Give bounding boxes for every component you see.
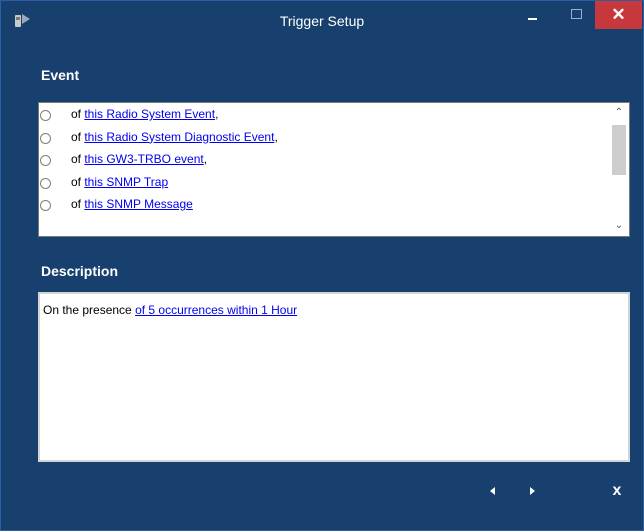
scroll-down-arrow-icon[interactable]: ⌄ (613, 220, 625, 232)
event-item-link[interactable]: this GW3-TRBO event (84, 152, 203, 166)
event-radio[interactable] (40, 132, 51, 144)
description-link[interactable]: of 5 occurrences within 1 Hour (135, 303, 297, 317)
event-item-radio-system-event[interactable]: of this Radio System Event, (39, 103, 609, 126)
event-item-snmp-trap[interactable]: of this SNMP Trap (39, 171, 609, 194)
event-item-suffix: , (203, 152, 208, 166)
event-item-text: of this Radio System Diagnostic Event, (71, 130, 278, 144)
event-item-radio-system-diagnostic-event[interactable]: of this Radio System Diagnostic Event, (39, 126, 609, 149)
event-list[interactable]: of this Radio System Event, of this Radi… (38, 102, 630, 237)
event-item-prefix: of (71, 197, 85, 211)
event-radio[interactable] (40, 177, 51, 189)
event-item-prefix: of (71, 152, 85, 166)
next-arrow-icon[interactable] (525, 484, 539, 498)
event-item-text: of this SNMP Message (71, 197, 193, 211)
event-item-prefix: of (71, 107, 85, 121)
close-icon: ✕ (611, 5, 626, 24)
minimize-button[interactable] (517, 1, 547, 29)
scrollbar-thumb[interactable] (612, 125, 626, 175)
event-item-gw3-trbo-event[interactable]: of this GW3-TRBO event, (39, 148, 609, 171)
minimize-icon (528, 18, 537, 20)
event-radio[interactable] (40, 155, 51, 166)
event-item-link[interactable]: this SNMP Trap (84, 175, 168, 189)
close-button[interactable]: ✕ (595, 1, 642, 29)
event-item-text: of this Radio System Event, (71, 107, 218, 121)
event-item-suffix: , (215, 107, 219, 121)
event-item-prefix: of (71, 129, 85, 144)
description-prefix: On the presence (43, 303, 136, 317)
event-item-snmp-message[interactable]: of this SNMP Message (39, 193, 609, 216)
scroll-up-arrow-icon[interactable]: ⌃ (613, 107, 625, 119)
event-item-prefix: of (71, 174, 85, 189)
event-radio[interactable] (40, 110, 51, 121)
event-section-label: Event (41, 67, 80, 83)
event-list-scrollbar[interactable]: ⌃ ⌄ (609, 103, 629, 236)
trigger-setup-window: Trigger Setup ✕ Event of this Radio Syst… (0, 0, 644, 531)
event-items: of this Radio System Event, of this Radi… (39, 103, 609, 236)
event-item-link[interactable]: this Radio System Event (84, 107, 215, 121)
maximize-icon (571, 9, 582, 19)
event-item-link[interactable]: this SNMP Message (84, 197, 193, 211)
description-box: On the presence of 5 occurrences within … (38, 292, 630, 462)
event-item-text: of this SNMP Trap (71, 175, 168, 189)
description-text: On the presence of 5 occurrences within … (43, 303, 297, 317)
event-item-suffix: , (274, 129, 278, 144)
description-section-label: Description (41, 263, 119, 279)
dialog-close-button[interactable]: x (607, 481, 627, 501)
title-bar[interactable]: Trigger Setup ✕ (1, 1, 643, 39)
event-item-text: of this GW3-TRBO event, (71, 152, 207, 166)
event-item-link[interactable]: this Radio System Diagnostic Event (84, 130, 274, 144)
previous-arrow-icon[interactable] (486, 484, 500, 498)
maximize-button[interactable] (562, 1, 590, 29)
event-radio[interactable] (40, 200, 51, 211)
